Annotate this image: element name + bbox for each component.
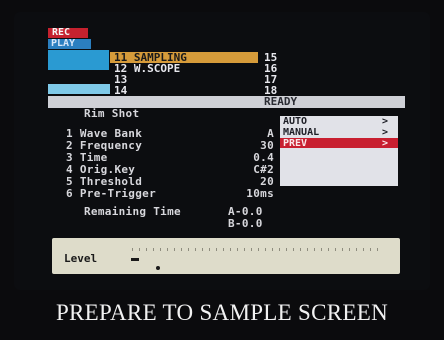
mode-color-block bbox=[48, 50, 109, 70]
screen-caption: PREPARE TO SAMPLE SCREEN bbox=[55, 300, 389, 325]
level-scale-tick bbox=[335, 248, 336, 251]
sample-name: Rim Shot bbox=[84, 107, 140, 120]
rec-mode-indicator[interactable]: REC bbox=[48, 28, 88, 38]
level-scale-tick bbox=[258, 248, 259, 251]
mode-strip bbox=[48, 84, 110, 94]
setting-value[interactable]: 10ms bbox=[236, 188, 274, 200]
menu-item-manual[interactable]: MANUAL bbox=[283, 128, 319, 138]
level-scale-tick bbox=[342, 248, 343, 251]
level-scale-tick bbox=[195, 248, 196, 251]
level-indicator bbox=[131, 258, 139, 261]
remaining-time-b: B-0.0 bbox=[228, 217, 263, 230]
level-scale-tick bbox=[279, 248, 280, 251]
level-scale-tick bbox=[307, 248, 308, 251]
param-item-14[interactable]: 14 bbox=[114, 85, 127, 96]
level-scale-tick bbox=[174, 248, 175, 251]
level-scale-tick bbox=[244, 248, 245, 251]
play-mode-indicator[interactable]: PLAY bbox=[48, 39, 91, 49]
level-scale-tick bbox=[265, 248, 266, 251]
level-scale-tick bbox=[349, 248, 350, 251]
level-scale-tick bbox=[230, 248, 231, 251]
level-scale-tick bbox=[377, 248, 378, 251]
level-scale-tick bbox=[153, 248, 154, 251]
level-pointer-icon bbox=[156, 266, 160, 270]
chevron-right-icon: > bbox=[382, 127, 389, 138]
level-scale-tick bbox=[251, 248, 252, 251]
level-scale-tick bbox=[188, 248, 189, 251]
level-scale-tick bbox=[314, 248, 315, 251]
level-scale-tick bbox=[293, 248, 294, 251]
level-label: Level bbox=[64, 252, 98, 265]
level-scale-tick bbox=[286, 248, 287, 251]
level-scale-tick bbox=[139, 248, 140, 251]
level-scale-tick bbox=[181, 248, 182, 251]
status-text: READY bbox=[264, 95, 298, 108]
level-scale-tick bbox=[160, 248, 161, 251]
level-scale-tick bbox=[272, 248, 273, 251]
level-scale-tick bbox=[202, 248, 203, 251]
remaining-time-label: Remaining Time bbox=[84, 205, 181, 218]
chevron-right-icon: > bbox=[382, 138, 389, 149]
level-scale-tick bbox=[216, 248, 217, 251]
level-scale-tick bbox=[132, 248, 133, 251]
level-scale-tick bbox=[363, 248, 364, 251]
menu-item-prev[interactable]: PREV bbox=[283, 139, 307, 149]
level-meter bbox=[52, 238, 400, 274]
level-scale-tick bbox=[300, 248, 301, 251]
level-scale-tick bbox=[328, 248, 329, 251]
level-scale-tick bbox=[321, 248, 322, 251]
chevron-right-icon: > bbox=[382, 116, 389, 127]
level-scale-tick bbox=[223, 248, 224, 251]
level-scale-tick bbox=[237, 248, 238, 251]
level-scale-tick bbox=[356, 248, 357, 251]
level-scale-tick bbox=[167, 248, 168, 251]
level-scale-tick bbox=[146, 248, 147, 251]
setting-label[interactable]: 6 Pre-Trigger bbox=[66, 188, 156, 200]
level-scale-tick bbox=[370, 248, 371, 251]
menu-item-auto[interactable]: AUTO bbox=[283, 117, 307, 127]
level-scale-tick bbox=[209, 248, 210, 251]
